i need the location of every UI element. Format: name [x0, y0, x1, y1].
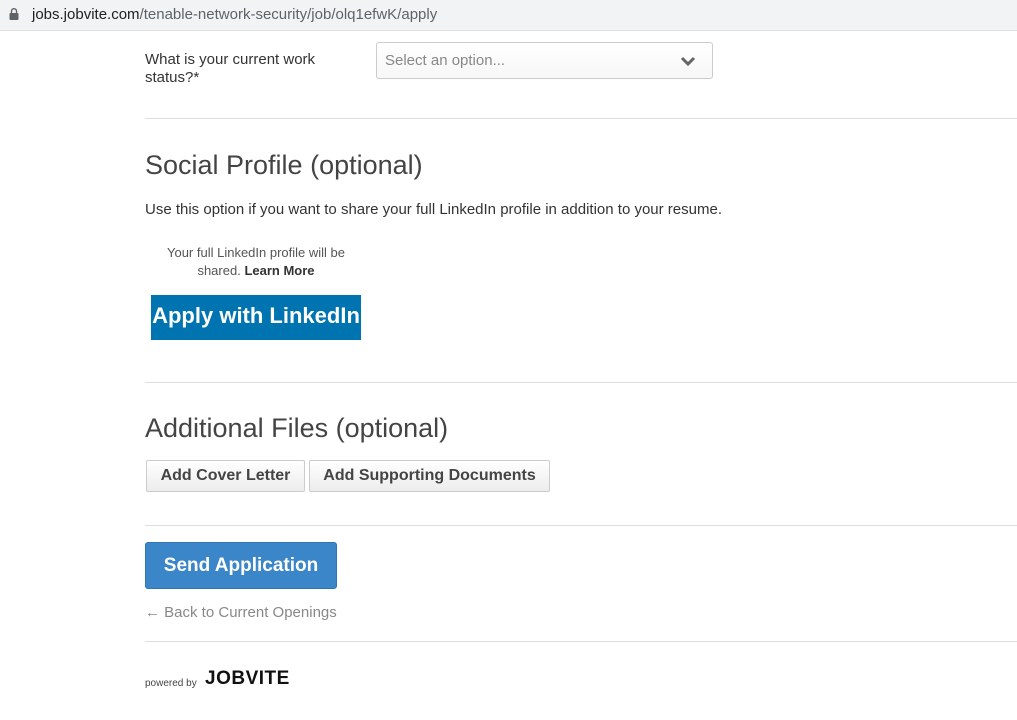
url-path: /tenable-network-security/job/olq1efwK/a… [139, 6, 438, 23]
divider [145, 382, 1017, 383]
social-profile-description: Use this option if you want to share you… [145, 201, 722, 218]
powered-by-text: powered by [145, 678, 197, 689]
jobvite-logo[interactable]: JOBVITE [205, 668, 290, 690]
select-placeholder: Select an option... [385, 52, 506, 69]
add-supporting-documents-button[interactable]: Add Supporting Documents [309, 460, 550, 492]
add-cover-letter-button[interactable]: Add Cover Letter [146, 460, 305, 492]
work-status-label: What is your current work status?* [145, 51, 316, 86]
url-host: jobs.jobvite.com [32, 6, 140, 23]
apply-with-linkedin-button[interactable]: Apply with LinkedIn [151, 295, 361, 340]
send-application-button[interactable]: Send Application [145, 542, 337, 589]
learn-more-link[interactable]: Learn More [244, 263, 314, 278]
additional-files-heading: Additional Files (optional) [145, 413, 449, 443]
chevron-down-icon [680, 56, 696, 67]
linkedin-note: Your full LinkedIn profile will be share… [152, 244, 360, 280]
social-profile-heading: Social Profile (optional) [145, 150, 423, 180]
divider [145, 118, 1017, 119]
lock-icon [9, 8, 19, 20]
divider [145, 641, 1017, 642]
back-to-openings-link[interactable]: ← Back to Current Openings [145, 604, 337, 621]
divider [145, 525, 1017, 526]
apply-with-linkedin-label: Apply with LinkedIn [152, 303, 360, 328]
address-bar[interactable]: jobs.jobvite.com/tenable-network-securit… [0, 0, 1017, 31]
url-text[interactable]: jobs.jobvite.com/tenable-network-securit… [32, 6, 437, 23]
work-status-select[interactable]: Select an option... [376, 42, 713, 79]
